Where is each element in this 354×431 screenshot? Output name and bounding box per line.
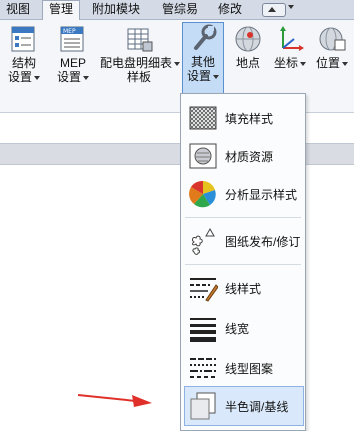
position-button[interactable]: 位置 — [314, 24, 350, 70]
menu-separator — [185, 264, 301, 265]
panel-schedule-label-1: 配电盘明细表 — [100, 56, 181, 70]
chevron-down-icon — [213, 74, 219, 79]
analysis-display-icon — [188, 179, 218, 209]
location-button[interactable]: 地点 — [230, 24, 266, 70]
menu-item-label: 分析显示样式 — [225, 188, 298, 202]
position-label: 位置 — [314, 56, 350, 70]
menu-item-line-weights[interactable]: 线宽 — [185, 308, 303, 348]
mep-settings-button[interactable]: MEP MEP 设置 — [52, 24, 94, 84]
chevron-down-icon — [83, 75, 89, 80]
menu-item-label: 线型图案 — [225, 362, 274, 376]
other-settings-label-2: 设置 — [183, 69, 223, 83]
chevron-down-icon — [34, 75, 40, 80]
menu-item-label: 线样式 — [225, 282, 262, 296]
globe-location-icon — [233, 24, 263, 54]
ribbon-tab-bar: 视图 管理 附加模块 管综易 修改 — [0, 0, 354, 20]
other-settings-label-1: 其他 — [190, 55, 215, 69]
tab-add-ins[interactable]: 附加模块 — [86, 1, 146, 18]
menu-item-halftone-underlay[interactable]: 半色调/基线 — [184, 386, 304, 426]
menu-separator — [185, 217, 301, 218]
other-settings-dropdown-menu: 填充样式 材质资源 分析显示样式 图纸发布/修订 线样式 线宽 线型图案 半色调… — [180, 93, 306, 431]
red-arrow-annotation — [78, 394, 152, 407]
panel-schedule-icon — [124, 24, 154, 54]
menu-item-label: 图纸发布/修订 — [225, 235, 301, 249]
menu-item-material-assets[interactable]: 材质资源 — [185, 136, 303, 176]
menu-item-label: 半色调/基线 — [225, 400, 289, 414]
location-label: 地点 — [235, 56, 260, 70]
structure-settings-button[interactable]: 结构 设置 — [4, 24, 44, 84]
line-patterns-icon — [188, 353, 218, 383]
tab-manage[interactable]: 管理 — [42, 0, 81, 20]
chevron-down-icon[interactable] — [288, 5, 294, 9]
mep-settings-label-1: MEP — [59, 56, 86, 70]
menu-item-label: 填充样式 — [225, 112, 274, 126]
structure-settings-icon — [9, 24, 39, 54]
material-assets-icon — [188, 141, 218, 171]
menu-item-label: 材质资源 — [225, 150, 274, 164]
structure-settings-label-2: 设置 — [4, 70, 44, 84]
menu-item-analysis-display-styles[interactable]: 分析显示样式 — [185, 174, 303, 214]
wrench-icon — [188, 23, 218, 53]
triangle-up-icon — [268, 7, 276, 12]
coordinates-axes-icon — [275, 24, 305, 54]
structure-settings-label-1: 结构 — [11, 56, 36, 70]
menu-item-line-styles[interactable]: 线样式 — [185, 268, 303, 308]
panel-schedule-templates-button[interactable]: 配电盘明细表 样板 — [100, 24, 181, 84]
mep-settings-label-2: 设置 — [52, 70, 94, 84]
line-styles-icon — [188, 273, 219, 303]
coordinates-button[interactable]: 坐标 — [272, 24, 308, 70]
menu-item-line-patterns[interactable]: 线型图案 — [185, 348, 303, 388]
menu-item-fill-patterns[interactable]: 填充样式 — [185, 98, 303, 138]
line-weights-icon — [188, 313, 218, 343]
tab-guanzongyi[interactable]: 管综易 — [156, 1, 204, 18]
chevron-down-icon — [300, 61, 306, 66]
halftone-underlay-icon — [188, 391, 218, 421]
chevron-down-icon — [342, 61, 348, 66]
sheet-issues-icon — [188, 226, 218, 256]
other-settings-button[interactable]: 其他 设置 — [182, 22, 224, 94]
globe-position-icon — [317, 24, 347, 54]
coordinates-label: 坐标 — [272, 56, 308, 70]
fill-pattern-icon — [188, 103, 218, 133]
tab-modify[interactable]: 修改 — [212, 1, 248, 18]
svg-text:MEP: MEP — [63, 28, 76, 35]
menu-item-label: 线宽 — [225, 322, 250, 336]
menu-item-sheet-issues-revisions[interactable]: 图纸发布/修订 — [185, 221, 303, 261]
mep-settings-icon: MEP — [58, 24, 88, 54]
panel-schedule-label-2: 样板 — [126, 70, 151, 84]
chevron-down-icon — [174, 61, 181, 66]
tab-view[interactable]: 视图 — [0, 1, 36, 18]
ribbon-minimize-toggle[interactable] — [262, 3, 286, 17]
